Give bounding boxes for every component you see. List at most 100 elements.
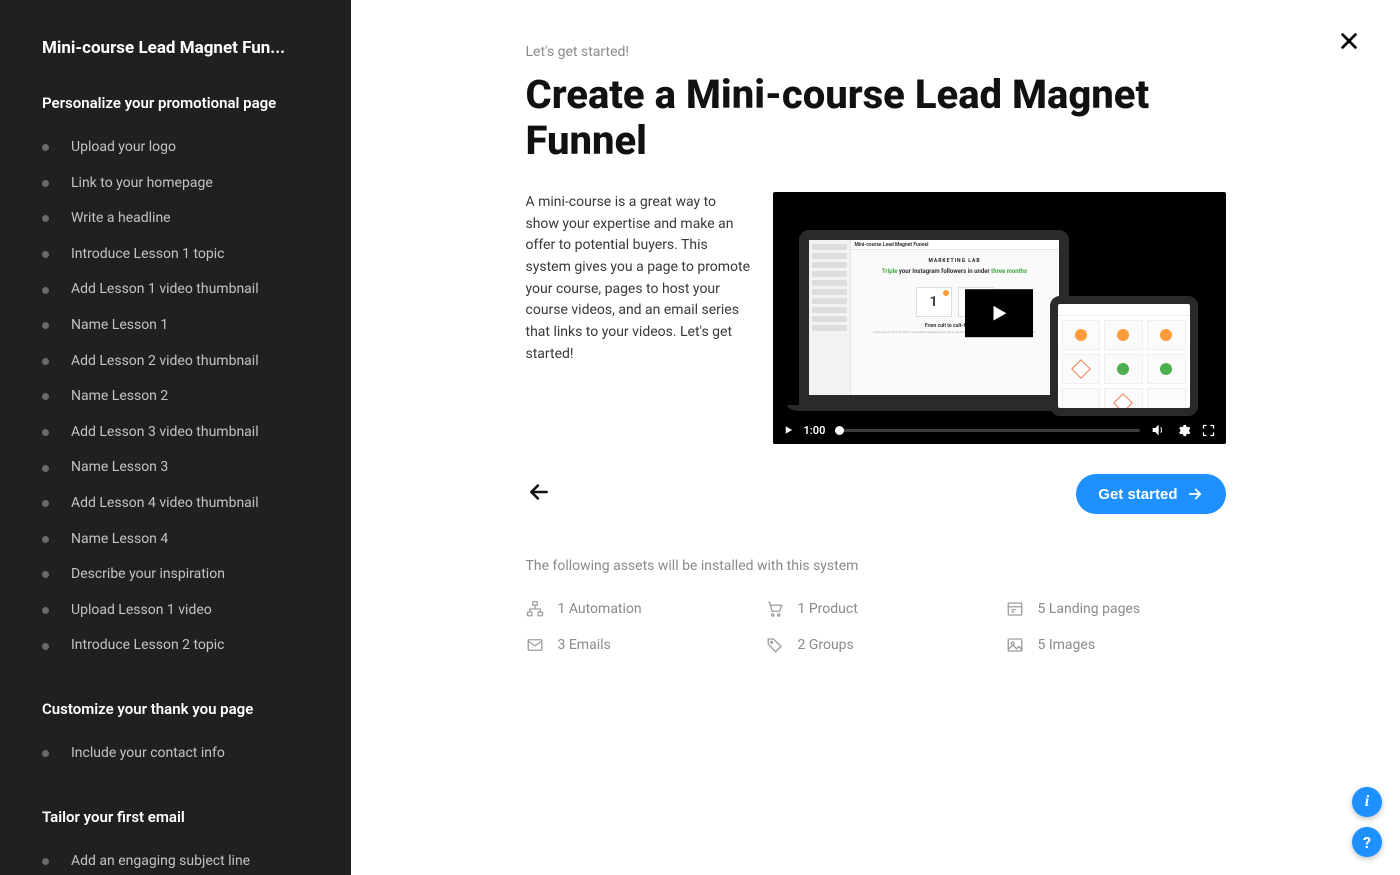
asset-automation: 1 Automation bbox=[526, 600, 746, 618]
task-label: Upload Lesson 1 video bbox=[71, 601, 212, 621]
tablet-mockup bbox=[1050, 296, 1198, 416]
task-link-homepage[interactable]: Link to your homepage bbox=[42, 166, 325, 202]
help-bubble[interactable]: ? bbox=[1352, 827, 1382, 857]
volume-icon bbox=[1150, 422, 1166, 438]
video-play-small[interactable] bbox=[783, 424, 794, 436]
section-heading-thankyou: Customize your thank you page bbox=[42, 700, 325, 718]
bullet-icon bbox=[42, 750, 49, 757]
screen-title: Mini-course Lead Magnet Funnel bbox=[855, 242, 929, 248]
asset-product: 1 Product bbox=[766, 600, 986, 618]
tag-icon bbox=[766, 636, 784, 654]
play-button[interactable] bbox=[965, 289, 1033, 337]
asset-landing: 5 Landing pages bbox=[1006, 600, 1226, 618]
bullet-icon bbox=[42, 536, 49, 543]
sidebar-title: Mini-course Lead Magnet Fun... bbox=[42, 38, 325, 58]
task-upload-l1-video[interactable]: Upload Lesson 1 video bbox=[42, 593, 325, 629]
task-label: Introduce Lesson 2 topic bbox=[71, 636, 225, 656]
bullet-icon bbox=[42, 358, 49, 365]
video-time: 1:00 bbox=[804, 424, 826, 437]
help-stack: i ? bbox=[1352, 787, 1382, 857]
task-intro-lesson2[interactable]: Introduce Lesson 2 topic bbox=[42, 628, 325, 664]
sidebar: Mini-course Lead Magnet Fun... Personali… bbox=[0, 0, 351, 875]
bullet-icon bbox=[42, 180, 49, 187]
asset-label: 1 Automation bbox=[558, 601, 642, 617]
cart-icon bbox=[766, 600, 784, 618]
task-label: Add Lesson 1 video thumbnail bbox=[71, 280, 259, 300]
intro-description: A mini-course is a great way to show you… bbox=[526, 192, 751, 366]
task-name-l2[interactable]: Name Lesson 2 bbox=[42, 379, 325, 415]
mail-icon bbox=[526, 636, 544, 654]
back-button[interactable] bbox=[526, 479, 552, 509]
close-button[interactable] bbox=[1338, 30, 1360, 56]
volume-button[interactable] bbox=[1150, 422, 1166, 438]
bullet-icon bbox=[42, 144, 49, 151]
bullet-icon bbox=[42, 429, 49, 436]
image-icon bbox=[1006, 636, 1024, 654]
task-name-l4[interactable]: Name Lesson 4 bbox=[42, 522, 325, 558]
task-label: Introduce Lesson 1 topic bbox=[71, 245, 225, 265]
task-write-headline[interactable]: Write a headline bbox=[42, 201, 325, 237]
bullet-icon bbox=[42, 607, 49, 614]
video-seek-track[interactable] bbox=[835, 429, 1139, 432]
page-title: Create a Mini-course Lead Magnet Funnel bbox=[526, 72, 1226, 164]
video-controls: 1:00 bbox=[773, 416, 1226, 444]
get-started-button[interactable]: Get started bbox=[1076, 474, 1225, 514]
bullet-icon bbox=[42, 465, 49, 472]
bullet-icon bbox=[42, 251, 49, 258]
task-label: Link to your homepage bbox=[71, 174, 213, 194]
tagline: Triple your Instagram followers in under… bbox=[861, 268, 1049, 275]
task-label: Name Lesson 1 bbox=[71, 316, 168, 336]
bullet-icon bbox=[42, 643, 49, 650]
task-label: Upload your logo bbox=[71, 138, 176, 158]
task-upload-logo[interactable]: Upload your logo bbox=[42, 130, 325, 166]
asset-emails: 3 Emails bbox=[526, 636, 746, 654]
arrow-left-icon bbox=[526, 479, 552, 505]
task-add-l4-thumb[interactable]: Add Lesson 4 video thumbnail bbox=[42, 486, 325, 522]
assets-grid: 1 Automation 1 Product 5 Landing pages 3… bbox=[526, 600, 1226, 654]
section-heading-email: Tailor your first email bbox=[42, 808, 325, 826]
settings-button[interactable] bbox=[1176, 423, 1191, 438]
task-contact-info[interactable]: Include your contact info bbox=[42, 736, 325, 772]
asset-groups: 2 Groups bbox=[766, 636, 986, 654]
play-icon bbox=[988, 301, 1010, 325]
task-label: Name Lesson 4 bbox=[71, 530, 168, 550]
bullet-icon bbox=[42, 287, 49, 294]
task-label: Add an engaging subject line bbox=[71, 852, 250, 872]
task-name-l1[interactable]: Name Lesson 1 bbox=[42, 308, 325, 344]
asset-label: 5 Images bbox=[1038, 637, 1096, 653]
task-intro-lesson1[interactable]: Introduce Lesson 1 topic bbox=[42, 237, 325, 273]
fullscreen-icon bbox=[1201, 423, 1216, 438]
bullet-icon bbox=[42, 858, 49, 865]
automation-icon bbox=[526, 600, 544, 618]
task-label: Name Lesson 2 bbox=[71, 387, 168, 407]
task-label: Add Lesson 3 video thumbnail bbox=[71, 423, 259, 443]
task-add-l3-thumb[interactable]: Add Lesson 3 video thumbnail bbox=[42, 415, 325, 451]
task-subject-line[interactable]: Add an engaging subject line bbox=[42, 844, 325, 875]
arrow-right-icon bbox=[1186, 485, 1204, 503]
main-panel: Let's get started! Create a Mini-course … bbox=[351, 0, 1400, 875]
bullet-icon bbox=[42, 500, 49, 507]
task-name-l3[interactable]: Name Lesson 3 bbox=[42, 450, 325, 486]
task-label: Add Lesson 4 video thumbnail bbox=[71, 494, 259, 514]
play-small-icon bbox=[783, 424, 794, 436]
video-preview[interactable]: Mini-course Lead Magnet Funnel MARKETING… bbox=[773, 192, 1226, 444]
bullet-icon bbox=[42, 322, 49, 329]
asset-label: 5 Landing pages bbox=[1038, 601, 1141, 617]
eyebrow-text: Let's get started! bbox=[526, 44, 1226, 60]
cta-label: Get started bbox=[1098, 486, 1177, 503]
assets-intro: The following assets will be installed w… bbox=[526, 558, 1226, 574]
close-icon bbox=[1338, 30, 1360, 52]
task-add-l2-thumb[interactable]: Add Lesson 2 video thumbnail bbox=[42, 344, 325, 380]
bullet-icon bbox=[42, 571, 49, 578]
fullscreen-button[interactable] bbox=[1201, 423, 1216, 438]
bullet-icon bbox=[42, 393, 49, 400]
lab-title: MARKETING LAB bbox=[861, 258, 1049, 264]
info-bubble[interactable]: i bbox=[1352, 787, 1382, 817]
task-inspiration[interactable]: Describe your inspiration bbox=[42, 557, 325, 593]
task-add-l1-thumb[interactable]: Add Lesson 1 video thumbnail bbox=[42, 272, 325, 308]
task-label: Add Lesson 2 video thumbnail bbox=[71, 352, 259, 372]
section-heading-promo: Personalize your promotional page bbox=[42, 94, 325, 112]
asset-images: 5 Images bbox=[1006, 636, 1226, 654]
task-label: Describe your inspiration bbox=[71, 565, 225, 585]
task-label: Include your contact info bbox=[71, 744, 225, 764]
